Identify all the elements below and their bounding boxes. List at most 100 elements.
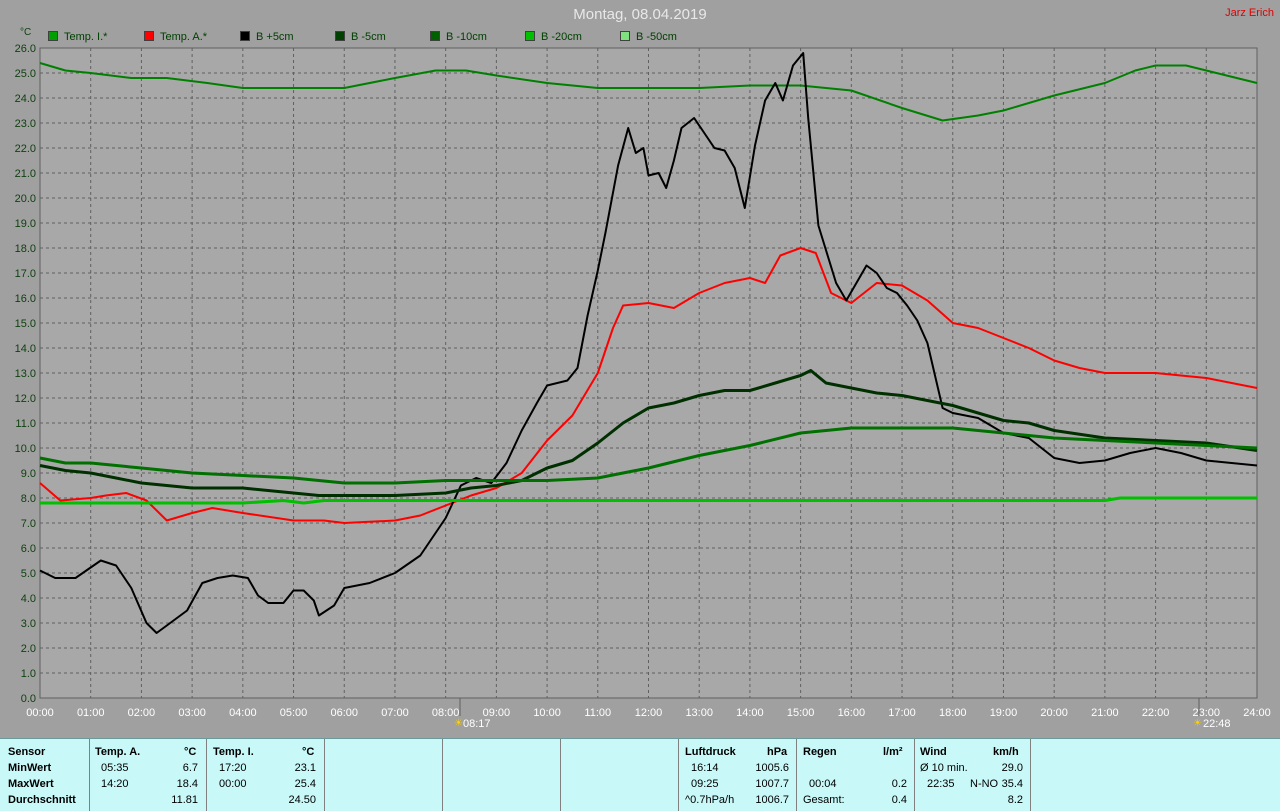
- legend-swatch: [620, 31, 630, 41]
- legend-label: B +5cm: [256, 31, 294, 43]
- wind-avg-value: 29.0: [1001, 762, 1023, 774]
- x-tick-label: 06:00: [330, 707, 358, 719]
- temp-i-title: Temp. I.: [213, 746, 254, 758]
- x-tick-label: 18:00: [939, 707, 967, 719]
- legend-swatch: [144, 31, 154, 41]
- pressure-title: Luftdruck: [685, 746, 736, 758]
- rain-unit: l/m²: [883, 746, 903, 758]
- chart-canvas: 0.0 1.0 2.0 3.0 4.0 5.0 6.0 7.0 8.0 9.0 10.0 11.0 12…: [15, 43, 1271, 730]
- stats-panel: Sensor MinWert MaxWert Durchschnitt Temp…: [0, 738, 1280, 811]
- x-tick-label: 21:00: [1091, 707, 1119, 719]
- y-tick-label: 16.0: [15, 293, 36, 305]
- y-tick-label: 0.0: [21, 693, 36, 705]
- sunset-time: 22:48: [1203, 718, 1231, 730]
- rain-total-label: Gesamt:: [803, 794, 845, 806]
- y-tick-label: 19.0: [15, 218, 36, 230]
- legend-label: B -5cm: [351, 31, 386, 43]
- wind-max-direction: N-NO: [970, 778, 999, 790]
- wind-max-value: 35.4: [1001, 778, 1023, 790]
- y-tick-label: 9.0: [21, 468, 36, 480]
- x-tick-label: 00:00: [26, 707, 54, 719]
- y-tick-label: 23.0: [15, 118, 36, 130]
- pressure-current: 1006.7: [755, 794, 789, 806]
- pressure-unit: hPa: [767, 746, 788, 758]
- legend-label: Temp. A.*: [160, 31, 208, 43]
- x-axis-ticks: 00:00 01:00 02:00 03:00 04:00 05:00 06:00 07:00…: [26, 707, 1271, 719]
- y-tick-label: 8.0: [21, 493, 36, 505]
- y-tick-label: 15.0: [15, 318, 36, 330]
- x-tick-label: 13:00: [685, 707, 713, 719]
- row-label-max: MaxWert: [8, 778, 54, 790]
- legend-swatch: [48, 31, 58, 41]
- wind-title: Wind: [920, 746, 947, 758]
- rain-title: Regen: [803, 746, 837, 758]
- temp-a-max-value: 18.4: [176, 778, 198, 790]
- pressure-max-value: 1007.7: [755, 778, 789, 790]
- temp-a-min-time: 05:35: [101, 762, 129, 774]
- x-tick-label: 14:00: [736, 707, 764, 719]
- x-tick-label: 01:00: [77, 707, 105, 719]
- y-tick-label: 20.0: [15, 193, 36, 205]
- y-tick-label: 14.0: [15, 343, 36, 355]
- legend-swatch: [240, 31, 250, 41]
- y-tick-label: 24.0: [15, 93, 36, 105]
- y-tick-label: 6.0: [21, 543, 36, 555]
- wind-unit: km/h: [993, 746, 1019, 758]
- sunset-icon: ☀: [1193, 718, 1202, 729]
- wind-avg-label: Ø 10 min.: [920, 762, 968, 774]
- wind-max-time: 22:35: [927, 778, 955, 790]
- temp-i-max-value: 25.4: [294, 778, 316, 790]
- legend-item-temp-i[interactable]: Temp. I.*: [48, 31, 107, 43]
- y-tick-label: 21.0: [15, 168, 36, 180]
- legend-label: B -50cm: [636, 31, 677, 43]
- x-tick-label: 10:00: [533, 707, 561, 719]
- x-tick-label: 20:00: [1040, 707, 1068, 719]
- legend-label: B -10cm: [446, 31, 487, 43]
- y-tick-label: 11.0: [15, 418, 36, 430]
- legend-swatch: [335, 31, 345, 41]
- temp-i-min-value: 23.1: [294, 762, 316, 774]
- y-tick-label: 26.0: [15, 43, 36, 55]
- x-tick-label: 07:00: [381, 707, 409, 719]
- x-tick-label: 19:00: [990, 707, 1018, 719]
- x-tick-label: 12:00: [635, 707, 663, 719]
- legend-label: B -20cm: [541, 31, 582, 43]
- x-tick-label: 03:00: [178, 707, 206, 719]
- x-tick-label: 11:00: [584, 707, 611, 719]
- y-axis-ticks: 0.0 1.0 2.0 3.0 4.0 5.0 6.0 7.0 8.0 9.0 10.0 11.0 12…: [15, 43, 36, 705]
- y-tick-label: 4.0: [21, 593, 36, 605]
- sensor-header: Sensor: [8, 746, 46, 758]
- y-tick-label: 22.0: [15, 143, 36, 155]
- x-tick-label: 02:00: [128, 707, 156, 719]
- legend-label: Temp. I.*: [64, 31, 108, 43]
- pressure-trend: ^0.7hPa/h: [685, 794, 735, 806]
- legend-item-b-minus20[interactable]: B -20cm: [525, 31, 582, 43]
- legend-swatch: [525, 31, 535, 41]
- y-tick-label: 13.0: [15, 368, 36, 380]
- row-label-min: MinWert: [8, 762, 52, 774]
- legend-item-b-plus5[interactable]: B +5cm: [240, 31, 294, 43]
- legend-swatch: [430, 31, 440, 41]
- wind-current: 8.2: [1007, 794, 1023, 806]
- rain-total: 0.4: [891, 794, 907, 806]
- legend-item-temp-a[interactable]: Temp. A.*: [144, 31, 207, 43]
- y-tick-label: 7.0: [21, 518, 36, 530]
- legend-item-b-minus50[interactable]: B -50cm: [620, 31, 677, 43]
- y-tick-label: 2.0: [21, 643, 36, 655]
- legend-item-b-minus10[interactable]: B -10cm: [430, 31, 487, 43]
- temp-a-max-time: 14:20: [101, 778, 129, 790]
- legend-item-b-minus5[interactable]: B -5cm: [335, 31, 386, 43]
- temp-i-max-time: 00:00: [219, 778, 247, 790]
- temp-a-average: 11.81: [171, 794, 198, 806]
- y-tick-label: 25.0: [15, 68, 36, 80]
- x-tick-label: 16:00: [838, 707, 866, 719]
- x-tick-label: 22:00: [1142, 707, 1170, 719]
- x-tick-label: 15:00: [787, 707, 815, 719]
- y-tick-label: 1.0: [21, 668, 36, 680]
- y-tick-label: 12.0: [15, 393, 36, 405]
- row-label-avg: Durchschnitt: [8, 794, 76, 806]
- y-tick-label: 17.0: [15, 268, 36, 280]
- y-tick-label: 10.0: [15, 443, 36, 455]
- temp-a-min-value: 6.7: [182, 762, 198, 774]
- y-tick-label: 3.0: [21, 618, 36, 630]
